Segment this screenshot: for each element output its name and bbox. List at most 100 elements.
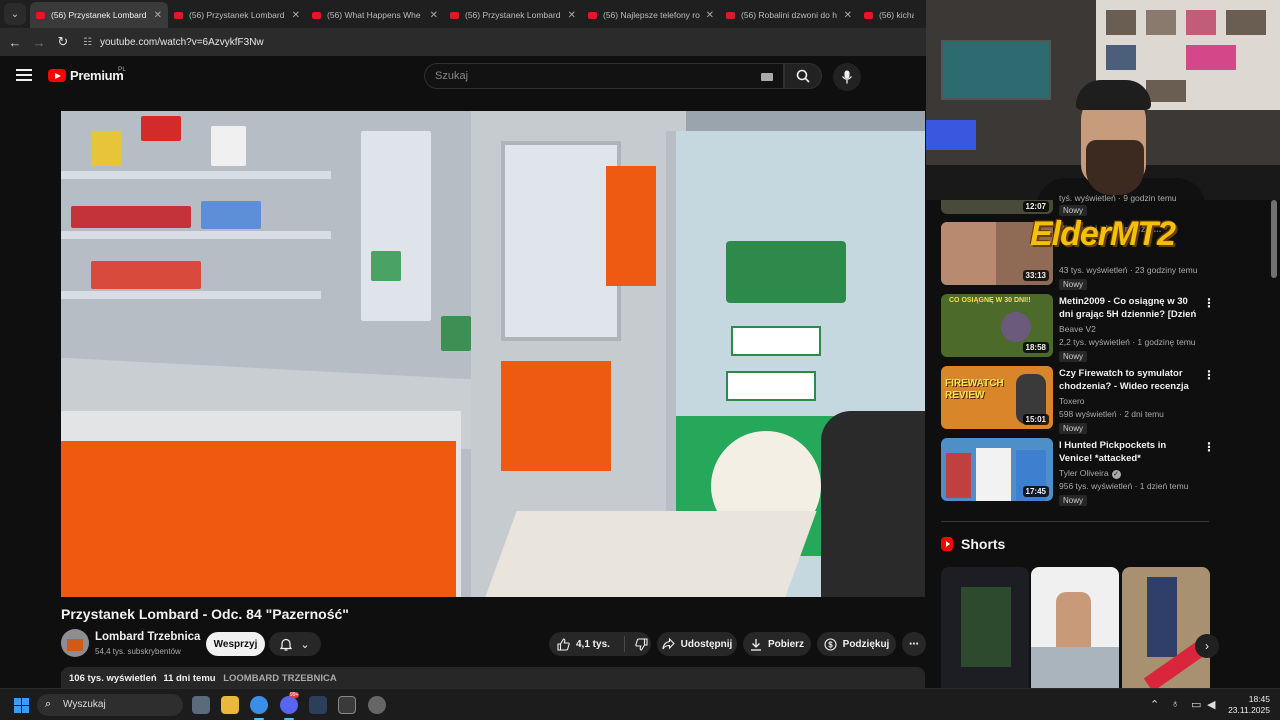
recommendation-thumbnail[interactable]: FIREWATCH REVIEW 15:01 [941, 366, 1053, 429]
channel-avatar[interactable] [61, 629, 89, 657]
more-actions-button[interactable]: ⋯ [902, 632, 926, 656]
like-count[interactable]: 4,1 tys. [576, 639, 610, 650]
recommendation-item[interactable]: FIREWATCH REVIEW 15:01 Czy Firewatch to … [941, 366, 1221, 434]
short-card[interactable] [941, 567, 1029, 688]
menu-icon[interactable] [16, 69, 32, 81]
recommendation-meta: 598 wyświetleń · 2 dni temu [1059, 409, 1164, 419]
tab-title: (56) kichal - Y [879, 10, 914, 20]
tab-search-button[interactable]: ⌄ [4, 3, 26, 25]
recommendation-thumbnail[interactable]: 17:45 [941, 438, 1053, 501]
discord-icon[interactable]: 99+ [280, 692, 300, 720]
more-options-icon[interactable]: ⋮ [1203, 368, 1215, 382]
url-field[interactable]: ☷ youtube.com/watch?v=6AzvykfF3Nw [83, 37, 264, 48]
volume-icon[interactable]: ◀ [1207, 698, 1215, 711]
search-button[interactable] [784, 63, 822, 89]
recommendation-item[interactable]: 17:45 I Hunted Pickpockets in Venice! *a… [941, 438, 1221, 506]
short-card[interactable] [1122, 567, 1210, 688]
site-info-icon[interactable]: ☷ [83, 37, 92, 48]
browser-tab[interactable]: (56) Najlepsze telefony ro ✕ [582, 2, 720, 28]
microphone-tray-icon[interactable]: ♁ [1171, 698, 1179, 710]
shorts-header: Shorts [941, 536, 1005, 552]
close-tab-icon[interactable]: ✕ [292, 10, 300, 21]
like-icon[interactable] [557, 637, 570, 651]
thanks-button[interactable]: $ Podziękuj [817, 632, 896, 656]
recommendation-title[interactable]: Czy Firewatch to symulator chodzenia? - … [1059, 367, 1199, 393]
region-code: PL [118, 66, 126, 73]
file-explorer-icon[interactable] [221, 696, 239, 714]
tray-chevron-icon[interactable]: ⌃ [1150, 698, 1159, 711]
reload-icon[interactable]: ↻ [51, 34, 75, 50]
excel-icon[interactable] [338, 696, 356, 714]
share-button[interactable]: Udostępnij [657, 632, 737, 656]
windows-start-icon[interactable] [14, 698, 29, 713]
recommendation-thumbnail[interactable]: 12:07 [941, 200, 1053, 214]
search-input[interactable]: Szukaj [424, 63, 784, 89]
task-view-icon[interactable] [192, 696, 210, 714]
close-tab-icon[interactable]: ✕ [430, 10, 438, 21]
video-frame-sign [726, 241, 846, 303]
sidebar-scrollbar[interactable] [1271, 200, 1277, 278]
close-tab-icon[interactable]: ✕ [844, 10, 852, 21]
hashtag-link[interactable]: LOOMBARD TRZEBNICA [223, 673, 336, 684]
recommendation-item[interactable]: CO OSIĄGNĘ W 30 DNI!! 18:58 Metin2009 - … [941, 294, 1221, 362]
video-player[interactable] [61, 111, 925, 597]
webcam-shelf-cell [1146, 10, 1176, 35]
video-frame-door-panel [606, 166, 656, 286]
verified-icon: ✓ [1111, 470, 1121, 479]
forward-arrow-icon[interactable]: → [27, 35, 51, 50]
download-button[interactable]: Pobierz [743, 632, 811, 656]
browser-tab[interactable]: (56) kichal - Y [858, 2, 920, 28]
recommendation-thumbnail[interactable]: CO OSIĄGNĘ W 30 DNI!! 18:58 [941, 294, 1053, 357]
youtube-favicon-icon [864, 11, 873, 19]
chrome-icon[interactable] [250, 696, 268, 720]
taskbar-search[interactable]: ⌕ Wyszukaj [37, 694, 183, 716]
short-card[interactable] [1031, 567, 1119, 688]
close-tab-icon[interactable]: ✕ [706, 10, 714, 21]
video-duration: 15:01 [1022, 414, 1049, 425]
back-arrow-icon[interactable]: ← [3, 35, 27, 50]
taskbar-search-label: Wyszukaj [63, 699, 106, 710]
video-frame-counter-panel [61, 441, 456, 597]
browser-tab[interactable]: (56) Przystanek Lombard ✕ [444, 2, 582, 28]
new-badge: Nowy [1059, 351, 1088, 362]
recommendation-title[interactable]: I Hunted Pickpockets in Venice! *attacke… [1059, 439, 1199, 465]
tab-title: (56) Robalini dzwoni do h [741, 10, 837, 20]
download-label: Pobierz [767, 638, 805, 650]
recommendation-channel[interactable]: Tyler Oliveira ✓ [1059, 468, 1121, 479]
close-tab-icon[interactable]: ✕ [568, 10, 576, 21]
video-frame-camera-gear [821, 411, 925, 597]
short-thumb-content [1031, 647, 1119, 688]
description-box[interactable]: 106 tys. wyświetleń 11 dni temu LOOMBARD… [61, 667, 925, 689]
webcam-shelf-cell [1226, 10, 1266, 35]
steam-icon[interactable] [309, 696, 327, 714]
more-options-icon[interactable]: ⋮ [1203, 296, 1215, 310]
support-button[interactable]: Wesprzyj [206, 632, 265, 656]
close-tab-icon[interactable]: ✕ [154, 10, 162, 21]
video-frame-item [91, 261, 201, 289]
webcam-person-cap [1076, 80, 1151, 110]
keyboard-icon[interactable] [761, 73, 773, 81]
notifications-button[interactable]: ⌄ [269, 632, 321, 656]
youtube-header: Premium PL Szukaj [0, 56, 926, 98]
video-frame-shelf [61, 171, 331, 179]
browser-tab[interactable]: (56) Przystanek Lombard ✕ [168, 2, 306, 28]
recommendation-channel[interactable]: Toxero [1059, 396, 1085, 406]
browser-tab[interactable]: (56) What Happens Whe ✕ [306, 2, 444, 28]
shorts-next-button[interactable]: › [1195, 634, 1219, 658]
youtube-logo[interactable]: Premium PL [48, 66, 126, 83]
logo-text: Premium [70, 68, 124, 83]
browser-tab[interactable]: (56) Przystanek Lombard ✕ [30, 2, 168, 28]
video-frame-sign [731, 326, 821, 356]
webcam-shelf-cell [1186, 10, 1216, 35]
more-options-icon[interactable]: ⋮ [1203, 440, 1215, 454]
channel-name[interactable]: Lombard Trzebnica [95, 631, 200, 643]
recommendation-title[interactable]: Metin2009 - Co osiągnę w 30 dni grając 5… [1059, 295, 1199, 321]
search-icon [796, 69, 810, 83]
dislike-icon[interactable] [635, 637, 648, 651]
browser-tab[interactable]: (56) Robalini dzwoni do h ✕ [720, 2, 858, 28]
voice-search-button[interactable] [833, 63, 861, 91]
network-icon[interactable]: ▭ [1191, 698, 1201, 711]
recommendation-channel[interactable]: Beave V2 [1059, 324, 1096, 334]
obs-icon[interactable] [368, 696, 386, 714]
system-clock[interactable]: 18:45 23.11.2025 [1228, 694, 1270, 716]
